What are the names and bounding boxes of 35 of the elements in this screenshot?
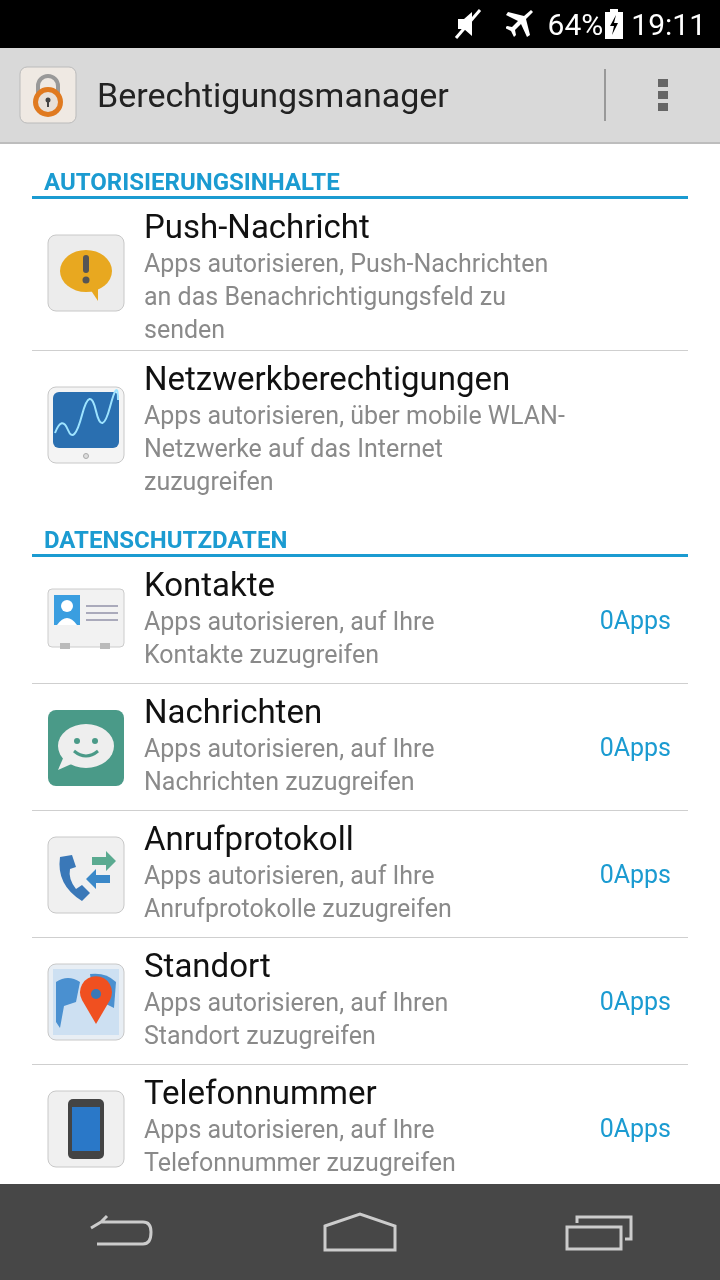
item-title[interactable]: Push-Nachricht bbox=[144, 207, 688, 247]
item-title[interactable]: Telefonnummer bbox=[144, 1073, 600, 1113]
mute-icon bbox=[453, 8, 482, 40]
item-description: Apps autorisieren, auf Ihre Nachrichten zuzugreifen bbox=[144, 733, 436, 798]
battery-percent: 64% bbox=[547, 6, 604, 42]
app-count: 0Apps bbox=[599, 1113, 671, 1143]
padlock-icon bbox=[19, 66, 77, 124]
item-title[interactable]: Anrufprotokoll bbox=[144, 819, 600, 859]
app-count: 0Apps bbox=[599, 732, 671, 762]
item-description: Apps autorisieren, Push-Nachrichten an das Benachrichtigungsfeld zu senden bbox=[144, 248, 550, 346]
item-description: Apps autorisieren, auf Ihre Telefonnummer zuzugreifen bbox=[144, 1114, 457, 1179]
smiley-bubble-icon bbox=[46, 708, 126, 788]
item-description: Apps autorisieren, auf Ihre Kontakte zuzugreifen bbox=[144, 606, 436, 671]
item-title[interactable]: Kontakte bbox=[144, 565, 600, 605]
alert-icon bbox=[46, 233, 126, 313]
map-pin-icon bbox=[46, 962, 126, 1042]
wave-icon bbox=[46, 385, 126, 465]
app-count: 0Apps bbox=[599, 605, 671, 635]
item-title[interactable]: Nachrichten bbox=[144, 692, 600, 732]
battery-charging-icon bbox=[605, 9, 624, 39]
section-header: AUTORISIERUNGSINHALTE bbox=[32, 144, 688, 199]
app-count: 0Apps bbox=[599, 859, 671, 889]
overflow-menu-icon[interactable] bbox=[658, 79, 668, 111]
airplane-icon bbox=[505, 9, 536, 39]
app-title: Berechtigungsmanager bbox=[97, 75, 450, 115]
item-description: Apps autorisieren, auf Ihren Standort zuzugreifen bbox=[144, 987, 450, 1052]
item-description: Apps autorisieren, auf Ihre Anrufprotokolle zuzugreifen bbox=[144, 860, 453, 925]
phone-arrows-icon bbox=[46, 835, 126, 915]
app-count: 0Apps bbox=[599, 986, 671, 1016]
item-title[interactable]: Standort bbox=[144, 946, 600, 986]
item-title[interactable]: Netzwerkberechtigungen bbox=[144, 359, 688, 399]
phone-icon bbox=[46, 1089, 126, 1169]
clock: 19:11 bbox=[631, 6, 706, 42]
section-header: DATENSCHUTZDATEN bbox=[32, 502, 688, 557]
item-description: Apps autorisieren, über mobile WLAN-Netzwerke auf das Internet zuzugreifen bbox=[144, 400, 566, 498]
